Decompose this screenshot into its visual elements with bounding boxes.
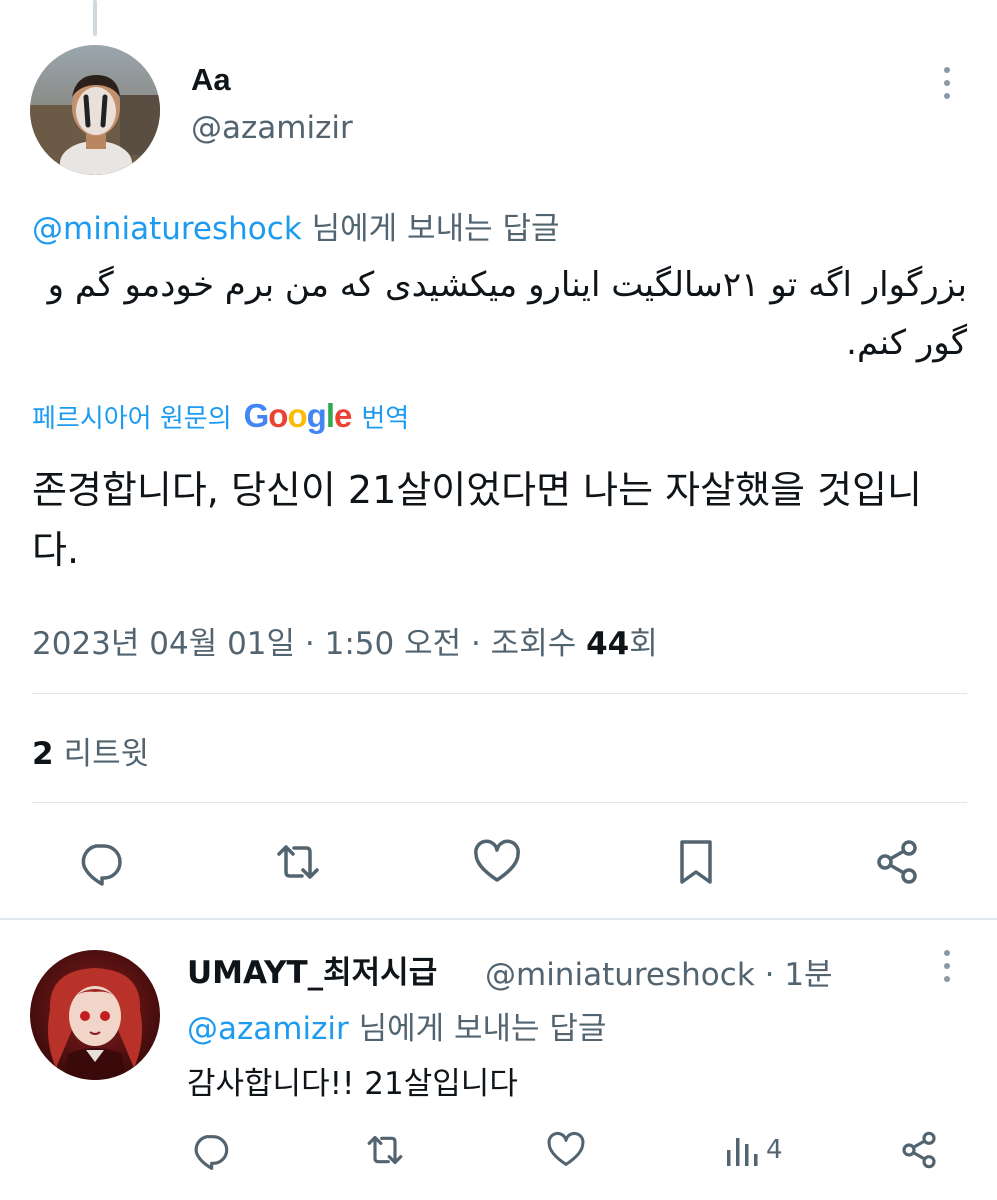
- reply-share-button[interactable]: [899, 1130, 939, 1170]
- retweet-label: 리트윗: [63, 736, 150, 772]
- more-icon: [944, 67, 950, 99]
- reply-context: @miniatureshock 님에게 보내는 답글: [32, 203, 560, 248]
- retweet-count: 2: [32, 736, 54, 772]
- bookmark-button[interactable]: [676, 838, 716, 886]
- bookmark-icon: [680, 840, 712, 884]
- reply-to-suffix: 님에게 보내는 답글: [301, 211, 560, 247]
- translation-prefix: 페르시아어 원문의: [32, 403, 232, 434]
- thread-connector-line: [93, 0, 97, 36]
- author-display-name[interactable]: Aa: [191, 62, 231, 98]
- views-icon: [727, 1138, 758, 1166]
- reply-retweet-button[interactable]: [364, 1130, 406, 1170]
- reply-mention-link[interactable]: @azamizir: [187, 1011, 349, 1047]
- translation-attribution[interactable]: 페르시아어 원문의 Google 번역: [32, 396, 409, 436]
- reply-icon: [194, 1135, 229, 1170]
- reply-author-handle-time[interactable]: @miniatureshock · 1분: [485, 949, 833, 994]
- reply-text: 감사합니다!! 21살입니다: [187, 1066, 518, 1102]
- retweet-button[interactable]: [273, 838, 323, 886]
- share-icon: [877, 840, 917, 884]
- heart-icon: [474, 839, 520, 882]
- reply-author-avatar[interactable]: [30, 950, 160, 1080]
- reply-reply-button[interactable]: [190, 1130, 230, 1170]
- heart-icon: [547, 1131, 585, 1166]
- views-count: 44: [586, 626, 630, 662]
- more-options-button[interactable]: [927, 62, 967, 102]
- author-handle[interactable]: @azamizir: [191, 110, 353, 146]
- reply-more-options-button[interactable]: [927, 945, 967, 985]
- translation-suffix: 번역: [361, 403, 410, 434]
- tweet-original-text: بزرگوار اگه تو ۲۱سالگیت اینارو میکشیدی ک…: [47, 265, 967, 363]
- reply-like-button[interactable]: [546, 1130, 586, 1170]
- divider: [32, 802, 967, 803]
- reply-button[interactable]: [76, 838, 124, 886]
- reply-context-suffix: 님에게 보내는 답글: [348, 1011, 607, 1047]
- like-button[interactable]: [472, 838, 522, 886]
- section-divider: [0, 918, 997, 920]
- google-logo: Google: [243, 397, 353, 434]
- author-avatar[interactable]: [30, 45, 160, 175]
- tweet-timestamp[interactable]: 2023년 04월 01일 · 1:50 오전 · 조회수: [32, 626, 586, 662]
- reply-to-mention-link[interactable]: @miniatureshock: [32, 211, 302, 247]
- divider: [32, 693, 967, 694]
- retweet-stats[interactable]: 2 리트윗: [32, 728, 149, 773]
- more-icon: [944, 950, 950, 982]
- reply-author-name[interactable]: UMAYT_최저시급: [187, 947, 437, 992]
- retweet-icon: [367, 1135, 403, 1165]
- share-icon: [902, 1131, 936, 1169]
- reply-reply-context: @azamizir 님에게 보내는 답글: [187, 1003, 606, 1048]
- retweet-icon: [277, 845, 319, 879]
- tweet-timestamp-views: 2023년 04월 01일 · 1:50 오전 · 조회수 44회: [32, 618, 658, 663]
- reply-views-button[interactable]: 4: [724, 1130, 783, 1170]
- reply-icon: [81, 844, 122, 886]
- tweet-translated-text: 존경합니다, 당신이 21살이었다면 나는 자살했을 것입니다.: [32, 468, 922, 572]
- reply-views-count: 4: [766, 1135, 783, 1165]
- share-button[interactable]: [873, 838, 921, 886]
- views-suffix: 회: [629, 626, 658, 662]
